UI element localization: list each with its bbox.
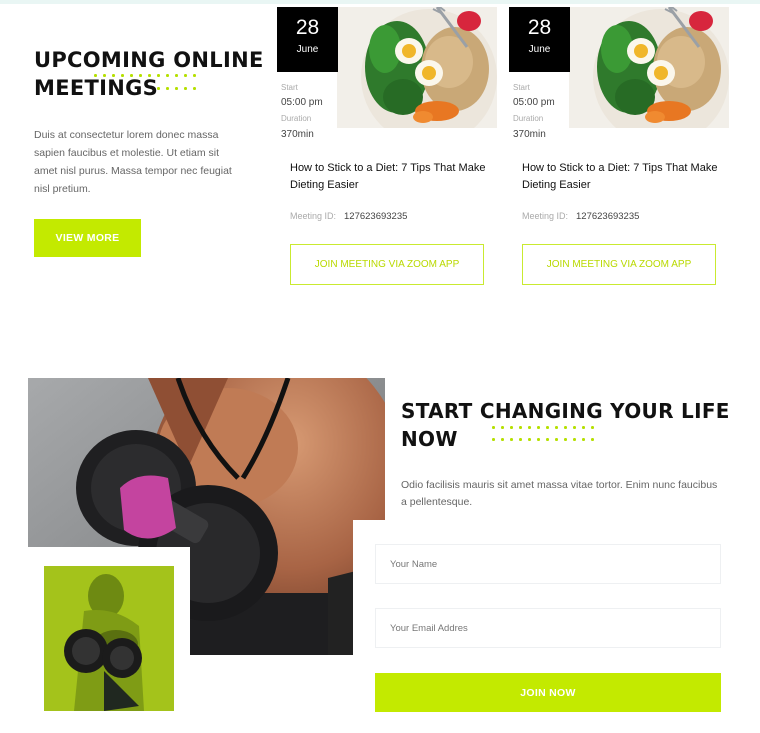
join-zoom-button[interactable]: JOIN MEETING VIA ZOOM APP <box>290 244 484 285</box>
decorative-dots <box>94 74 206 92</box>
duration-label: Duration <box>513 114 544 123</box>
duration-label: Duration <box>281 114 312 123</box>
meetings-description: Duis at consectetur lorem donec massa sa… <box>34 129 232 195</box>
date-badge: 28 June <box>277 7 338 72</box>
date-month: June <box>296 44 319 55</box>
meeting-id-label: Meeting ID: <box>290 211 337 221</box>
meeting-title[interactable]: How to Stick to a Diet: 7 Tips That Make… <box>522 160 722 194</box>
duration-value: 370min <box>281 129 314 140</box>
join-now-button[interactable]: JOIN NOW <box>375 673 721 712</box>
duration-value: 370min <box>513 129 546 140</box>
meeting-id-value: 127623693235 <box>344 211 408 222</box>
green-athlete-image <box>44 566 174 711</box>
meeting-title[interactable]: How to Stick to a Diet: 7 Tips That Make… <box>290 160 490 194</box>
meeting-id-label: Meeting ID: <box>522 211 569 221</box>
date-day: 28 <box>527 16 552 39</box>
top-strip <box>0 0 760 4</box>
decorative-dots <box>492 426 604 444</box>
name-input[interactable] <box>375 544 721 584</box>
signup-title: START CHANGING YOUR LIFE NOW <box>401 399 730 451</box>
start-label: Start <box>281 83 298 92</box>
date-badge: 28 June <box>509 7 570 72</box>
date-day: 28 <box>295 16 320 39</box>
salad-bowl-image <box>337 7 497 128</box>
email-input[interactable] <box>375 608 721 648</box>
start-label: Start <box>513 83 530 92</box>
salad-bowl-image <box>569 7 729 128</box>
meeting-id-value: 127623693235 <box>576 211 640 222</box>
start-value: 05:00 pm <box>281 97 323 108</box>
signup-description: Odio facilisis mauris sit amet massa vit… <box>401 479 718 508</box>
join-zoom-button[interactable]: JOIN MEETING VIA ZOOM APP <box>522 244 716 285</box>
date-month: June <box>528 44 551 55</box>
view-more-button[interactable]: VIEW MORE <box>34 219 141 257</box>
meeting-card: 28 June Start 05:00 pm Duration 370min H… <box>509 7 731 307</box>
start-value: 05:00 pm <box>513 97 555 108</box>
meeting-card: 28 June Start 05:00 pm Duration 370min H… <box>277 7 499 307</box>
